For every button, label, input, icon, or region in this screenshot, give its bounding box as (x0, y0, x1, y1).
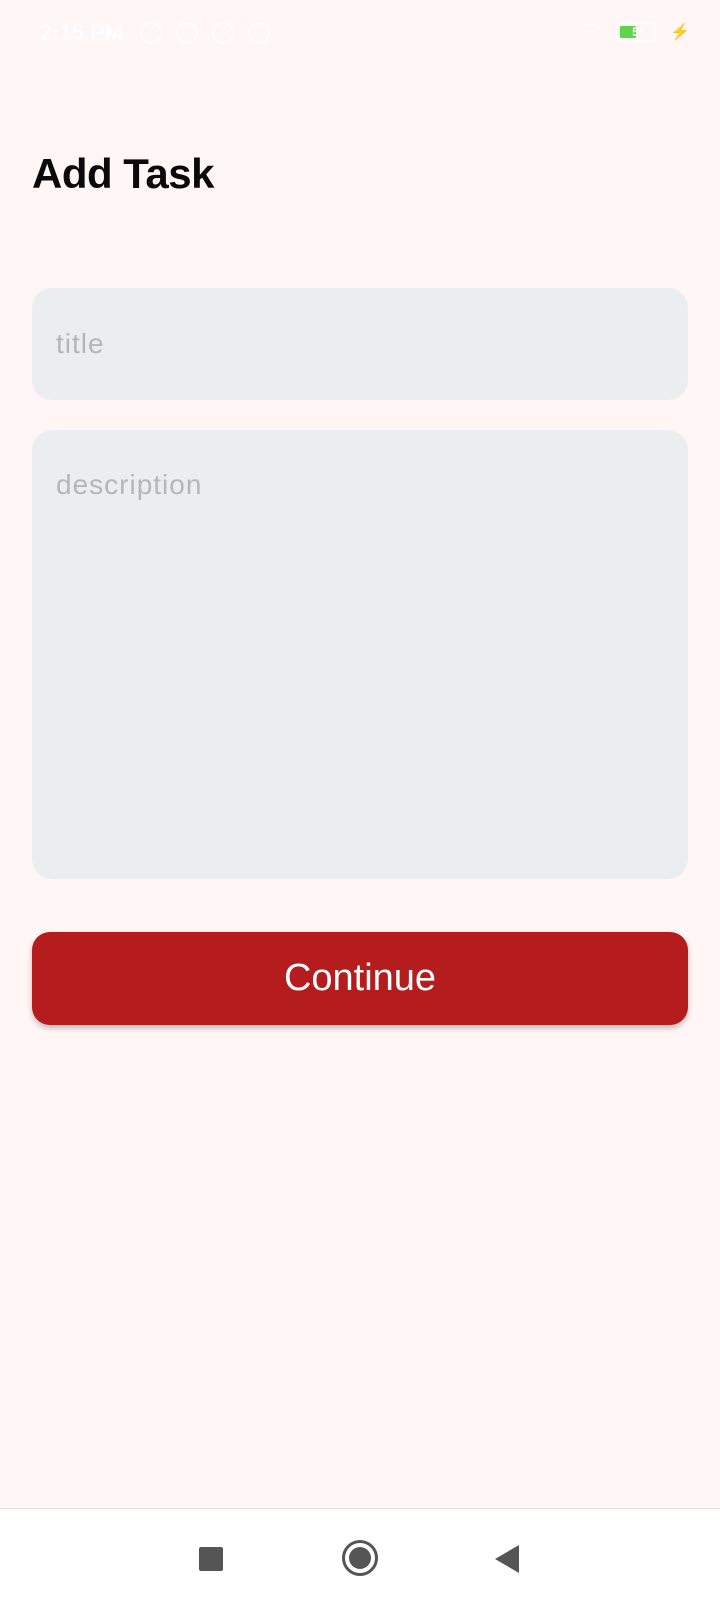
notification-icon (212, 22, 234, 44)
status-bar: 2:15 PM 51 ⚡ (0, 0, 720, 72)
page-title: Add Task (32, 150, 214, 197)
battery-level: 51 (632, 25, 646, 39)
notification-icon (248, 22, 270, 44)
wifi-icon (578, 23, 603, 41)
notification-icon (176, 22, 198, 44)
recents-icon[interactable] (199, 1547, 223, 1571)
navigation-bar (0, 1508, 720, 1601)
back-icon[interactable] (495, 1545, 519, 1573)
description-input[interactable] (32, 430, 688, 879)
charging-icon: ⚡ (670, 24, 690, 41)
status-system-icons: 51 ⚡ (564, 22, 690, 42)
title-input[interactable] (32, 288, 688, 400)
notification-icon (140, 22, 162, 44)
home-icon[interactable] (342, 1540, 378, 1576)
battery-icon: 51 (616, 22, 657, 42)
status-notification-icons (140, 22, 270, 44)
status-time: 2:15 PM (40, 20, 124, 45)
continue-button[interactable]: Continue (32, 932, 688, 1025)
